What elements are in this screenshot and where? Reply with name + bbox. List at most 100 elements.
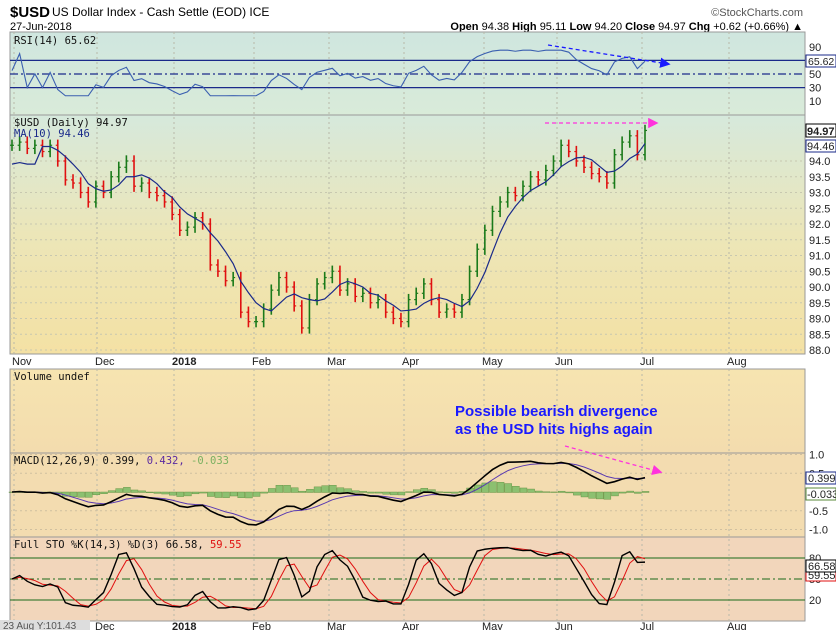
price-y-tick: 89.0: [809, 314, 830, 326]
rsi-y-tick: 30: [809, 83, 821, 95]
security-name: US Dollar Index - Cash Settle (EOD) ICE: [52, 5, 269, 19]
x-tick-label: Aug: [727, 356, 747, 368]
rsi-y-tick: 90: [809, 42, 821, 54]
sto-x-tick-label: Dec: [95, 621, 115, 630]
svg-text:94.97: 94.97: [807, 126, 835, 138]
ma-title: MA(10) 94.46: [14, 128, 90, 140]
macd-y-tick: -1.0: [809, 525, 828, 537]
sto-x-tick-label: Aug: [727, 621, 747, 630]
macd-histogram-bar: [489, 481, 497, 493]
macd-histogram-bar: [100, 491, 108, 494]
sto-x-tick-label: 2018: [172, 621, 196, 630]
stockchart: $USD US Dollar Index - Cash Settle (EOD)…: [0, 0, 836, 630]
macd-histogram-bar: [306, 489, 314, 493]
x-tick-label: Apr: [402, 356, 419, 368]
macd-histogram-bar: [512, 486, 520, 493]
macd-histogram-bar: [69, 491, 78, 497]
symbol: $USD: [10, 4, 50, 21]
macd-histogram-bar: [176, 491, 184, 497]
macd-histogram-bar: [413, 489, 421, 493]
x-tick-label: Nov: [12, 356, 32, 368]
macd-histogram-bar: [85, 491, 93, 498]
macd-y-tick: -0.5: [809, 506, 828, 518]
price-y-tick: 90.0: [809, 282, 830, 294]
macd-histogram-bar: [237, 491, 245, 498]
sto-x-tick-label: Jul: [640, 621, 654, 630]
ma-value-tag: 94.46: [805, 139, 836, 153]
macd-histogram-bar: [603, 491, 612, 500]
macd-histogram-bar: [92, 491, 101, 495]
sto-x-tick-label: Mar: [327, 621, 346, 630]
ohlc-readout: Open 94.38 High 95.11 Low 94.20 Close 94…: [450, 21, 803, 33]
svg-text:65.62: 65.62: [808, 56, 834, 68]
macd-histogram-bar: [527, 488, 535, 493]
macd-histogram-bar: [153, 491, 162, 494]
macd-histogram-bar: [405, 491, 413, 493]
macd-histogram-bar: [542, 491, 551, 493]
volume-title: Volume undef: [14, 371, 90, 383]
macd-histogram-bar: [641, 491, 650, 493]
sto-x-tick-label: May: [482, 621, 503, 630]
macd-histogram-bar: [351, 490, 360, 493]
macd-title: MACD(12,26,9) 0.399, 0.432, -0.033: [14, 455, 229, 467]
svg-text:66.58: 66.58: [808, 561, 836, 573]
macd-histogram-bar: [268, 488, 276, 493]
svg-text:0.399: 0.399: [808, 473, 836, 485]
macd-histogram-bar: [588, 491, 596, 499]
macd-histogram-bar: [596, 491, 604, 500]
macd-histogram-bar: [626, 490, 634, 493]
x-tick-label: May: [482, 356, 503, 368]
macd-histogram-bar: [550, 491, 558, 493]
rsi-title: RSI(14) 65.62: [14, 35, 96, 47]
price-y-tick: 93.5: [809, 172, 830, 184]
price-y-tick: 94.0: [809, 156, 830, 168]
macd-histogram-bar: [252, 491, 261, 497]
macd-histogram-bar: [397, 491, 406, 496]
macd-histogram-bar: [191, 491, 200, 495]
macd-histogram-bar: [77, 491, 85, 498]
price-y-tick: 92.5: [809, 203, 830, 215]
x-tick-label: Dec: [95, 356, 115, 368]
svg-text:-0.033: -0.033: [807, 489, 836, 501]
price-y-tick: 92.0: [809, 219, 830, 231]
x-tick-label: Jul: [640, 356, 654, 368]
price-y-tick: 93.0: [809, 188, 830, 200]
macd-histogram-bar: [123, 487, 131, 493]
macd-histogram-bar: [207, 491, 215, 497]
volume-panel: [9, 368, 806, 454]
price-y-tick: 88.5: [809, 329, 830, 341]
macd-histogram-bar: [519, 487, 528, 493]
crosshair-readout: 23 Aug Y:101.43: [3, 621, 77, 630]
sto-y-tick: 20: [809, 595, 821, 607]
price-y-tick: 91.0: [809, 251, 830, 263]
x-tick-label: Jun: [555, 356, 573, 368]
macd-histogram-bar: [115, 488, 123, 493]
macd-histogram-bar: [146, 491, 154, 493]
macd-histogram-bar: [184, 491, 192, 497]
macd-histogram-bar: [199, 491, 207, 494]
macd-histogram-bar: [359, 491, 368, 493]
macd-histogram-bar: [557, 490, 566, 493]
rsi-value-tag: 65.62: [805, 54, 836, 68]
macd-histogram-bar: [374, 491, 383, 494]
annotation-line-2: as the USD hits highs again: [455, 421, 653, 438]
macd-histogram-bar: [535, 490, 543, 493]
rsi-y-tick: 10: [809, 96, 821, 108]
rsi-y-tick: 50: [809, 69, 821, 81]
x-tick-label: 2018: [172, 356, 196, 368]
macd-histogram-bar: [290, 487, 299, 493]
macd-histogram-bar: [283, 485, 291, 493]
macd-histogram-bar: [161, 491, 169, 495]
annotation-line-1: Possible bearish divergence: [455, 403, 658, 420]
sto-x-tick-label: Jun: [555, 621, 573, 630]
macd-histogram-bar: [229, 491, 238, 497]
macd-histogram-bar: [565, 491, 573, 494]
macd-histogram-bar: [367, 491, 375, 494]
watermark: ©StockCharts.com: [711, 7, 803, 19]
price-y-tick: 91.5: [809, 235, 830, 247]
macd-histogram-bar: [496, 482, 505, 493]
sto-title: Full STO %K(14,3) %D(3) 66.58, 59.55: [14, 539, 242, 551]
macd-histogram-bar: [618, 491, 627, 494]
macd-histogram-bar: [245, 491, 253, 499]
svg-text:94.46: 94.46: [807, 141, 835, 153]
